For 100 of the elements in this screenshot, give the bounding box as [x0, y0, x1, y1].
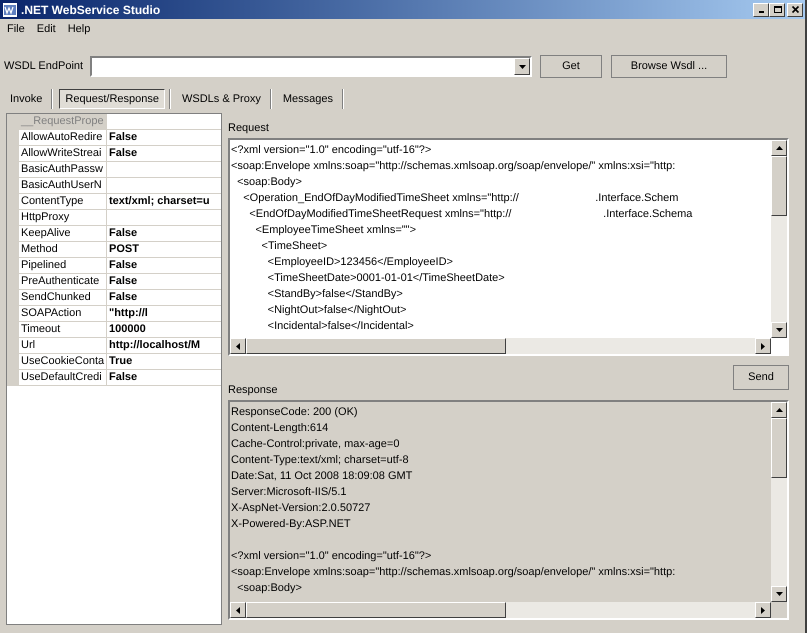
vertical-scrollbar[interactable] — [771, 140, 787, 338]
scroll-left-button[interactable] — [230, 602, 246, 618]
close-button[interactable] — [787, 2, 803, 16]
tab[interactable]: WSDLs & Proxy — [176, 89, 266, 109]
property-name[interactable]: KeepAlive — [19, 226, 107, 242]
text-line: <EmployeeID>123456</EmployeeID> — [266, 255, 454, 270]
text-line: <EndOfDayModifiedTimeSheetRequest xmlns="http:// .Interface.Schema — [248, 207, 694, 222]
text-line: <?xml version="1.0" encoding="utf-16"?> — [231, 143, 432, 158]
text-line: <StandBy>false</StandBy> — [266, 287, 404, 302]
app-icon — [2, 2, 18, 18]
property-name[interactable]: UseDefaultCredi — [19, 370, 107, 386]
request-textbox[interactable] — [228, 138, 789, 356]
maximize-button[interactable] — [769, 2, 785, 16]
right-arrow-icon — [761, 342, 765, 350]
property-name[interactable]: Pipelined — [19, 258, 107, 274]
property-name[interactable]: BasicAuthUserN — [19, 178, 107, 194]
response-textbox[interactable] — [228, 400, 789, 620]
scrollbar-thumb[interactable] — [246, 602, 506, 618]
text-line: X-Powered-By:ASP.NET — [231, 517, 352, 532]
text-line: X-AspNet-Version:2.0.50727 — [231, 501, 372, 516]
scrollbar-thumb[interactable] — [771, 156, 787, 216]
menu-item[interactable]: File — [7, 20, 25, 38]
property-name[interactable]: Timeout — [19, 322, 107, 338]
text-line: <?xml version="1.0" encoding="utf-16"?> — [231, 549, 432, 564]
scroll-up-button[interactable] — [771, 140, 787, 156]
property-name[interactable]: ContentType — [19, 194, 107, 210]
endpoint-button[interactable]: Get — [540, 55, 602, 78]
property-name[interactable]: SOAPAction — [19, 306, 107, 322]
down-arrow-icon — [518, 64, 526, 68]
property-value[interactable]: False — [107, 274, 221, 290]
endpoint-combo[interactable] — [90, 56, 532, 77]
tab[interactable]: Request/Response — [59, 89, 165, 109]
right-arrow-icon — [761, 606, 765, 614]
text-line: <Operation_EndOfDayModifiedTimeSheet xmlns="http:// .Interface.Schem — [242, 191, 680, 206]
text-line: <EmployeeTimeSheet xmlns=""> — [254, 223, 418, 238]
section-label: Response — [228, 382, 278, 398]
menu-item[interactable]: Edit — [36, 20, 56, 38]
text-line: <TimeSheet> — [260, 239, 328, 254]
property-value[interactable]: False — [107, 130, 221, 146]
close-icon — [790, 5, 800, 14]
property-value[interactable]: 100000 — [107, 322, 221, 338]
text-line: <soap:Body> — [236, 581, 303, 596]
scroll-right-button[interactable] — [755, 602, 771, 618]
property-name[interactable]: PreAuthenticate — [19, 274, 107, 290]
up-arrow-icon — [776, 408, 782, 412]
property-value[interactable]: True — [107, 354, 221, 370]
minimize-button[interactable] — [753, 2, 769, 16]
menu-item[interactable]: Help — [68, 20, 90, 38]
property-value[interactable]: "http://l — [107, 306, 221, 322]
endpoint-button[interactable]: Browse Wsdl ... — [611, 55, 727, 78]
text-line: ResponseCode: 200 (OK) — [231, 405, 359, 420]
horizontal-scrollbar[interactable] — [230, 602, 771, 618]
text-line: <soap:Envelope xmlns:soap="http://schemas.xmlsoap.org/soap/envelope/" xmlns:xsi="http: — [231, 159, 676, 174]
left-arrow-icon — [236, 342, 240, 350]
vertical-scrollbar[interactable] — [771, 402, 787, 602]
property-name[interactable]: SendChunked — [19, 290, 107, 306]
text-line: Cache-Control:private, max-age=0 — [231, 437, 400, 452]
horizontal-scrollbar[interactable] — [230, 338, 771, 354]
scrollbar-thumb[interactable] — [771, 418, 787, 478]
left-arrow-icon — [236, 606, 240, 614]
text-line: Date:Sat, 11 Oct 2008 18:09:08 GMT — [231, 469, 414, 484]
tab[interactable]: Messages — [278, 89, 338, 109]
property-name[interactable]: AllowWriteStreai — [19, 146, 107, 162]
down-arrow-icon — [776, 592, 782, 596]
text-line: <Incidental>false</Incidental> — [266, 319, 415, 334]
property-value[interactable]: POST — [107, 242, 221, 258]
scroll-up-button[interactable] — [771, 402, 787, 418]
scroll-down-button[interactable] — [771, 322, 787, 338]
property-name[interactable]: UseCookieConta — [19, 354, 107, 370]
property-name[interactable]: Url — [19, 338, 107, 354]
property-name[interactable]: AllowAutoRedire — [19, 130, 107, 146]
text-line: <soap:Envelope xmlns:soap="http://schemas.xmlsoap.org/soap/envelope/" xmlns:xsi="http: — [231, 565, 676, 580]
text-line: <NightOut>false</NightOut> — [266, 303, 408, 318]
property-value[interactable]: False — [107, 258, 221, 274]
text-line: Content-Type:text/xml; charset=utf-8 — [231, 453, 410, 468]
send-button[interactable]: Send — [733, 365, 789, 390]
property-value[interactable]: False — [107, 226, 221, 242]
property-name[interactable]: Method — [19, 242, 107, 258]
property-name[interactable]: HttpProxy — [19, 210, 107, 226]
property-name[interactable]: BasicAuthPassw — [19, 162, 107, 178]
field-label: WSDL EndPoint — [4, 59, 84, 74]
property-value[interactable]: False — [107, 146, 221, 162]
text-line: Server:Microsoft-IIS/5.1 — [231, 485, 348, 500]
tab[interactable]: Invoke — [5, 89, 48, 109]
section-label: Request — [228, 121, 270, 136]
text-line: <soap:Body> — [236, 175, 303, 190]
scroll-left-button[interactable] — [230, 338, 246, 354]
down-arrow-icon — [776, 328, 782, 332]
property-value[interactable]: False — [107, 370, 221, 386]
text-line: <TimeSheetDate>0001-01-01</TimeSheetDate> — [266, 271, 506, 286]
property-value[interactable]: http://localhost/M — [107, 338, 221, 354]
property-value[interactable]: text/xml; charset=u — [107, 194, 221, 210]
scroll-down-button[interactable] — [771, 586, 787, 602]
maximize-icon — [772, 5, 782, 14]
property-value[interactable]: False — [107, 290, 221, 306]
window-title: .NET WebService Studio — [21, 2, 160, 18]
text-line: Content-Length:614 — [231, 421, 330, 436]
scroll-right-button[interactable] — [755, 338, 771, 354]
scrollbar-thumb[interactable] — [246, 338, 506, 354]
row-header — [7, 370, 19, 386]
